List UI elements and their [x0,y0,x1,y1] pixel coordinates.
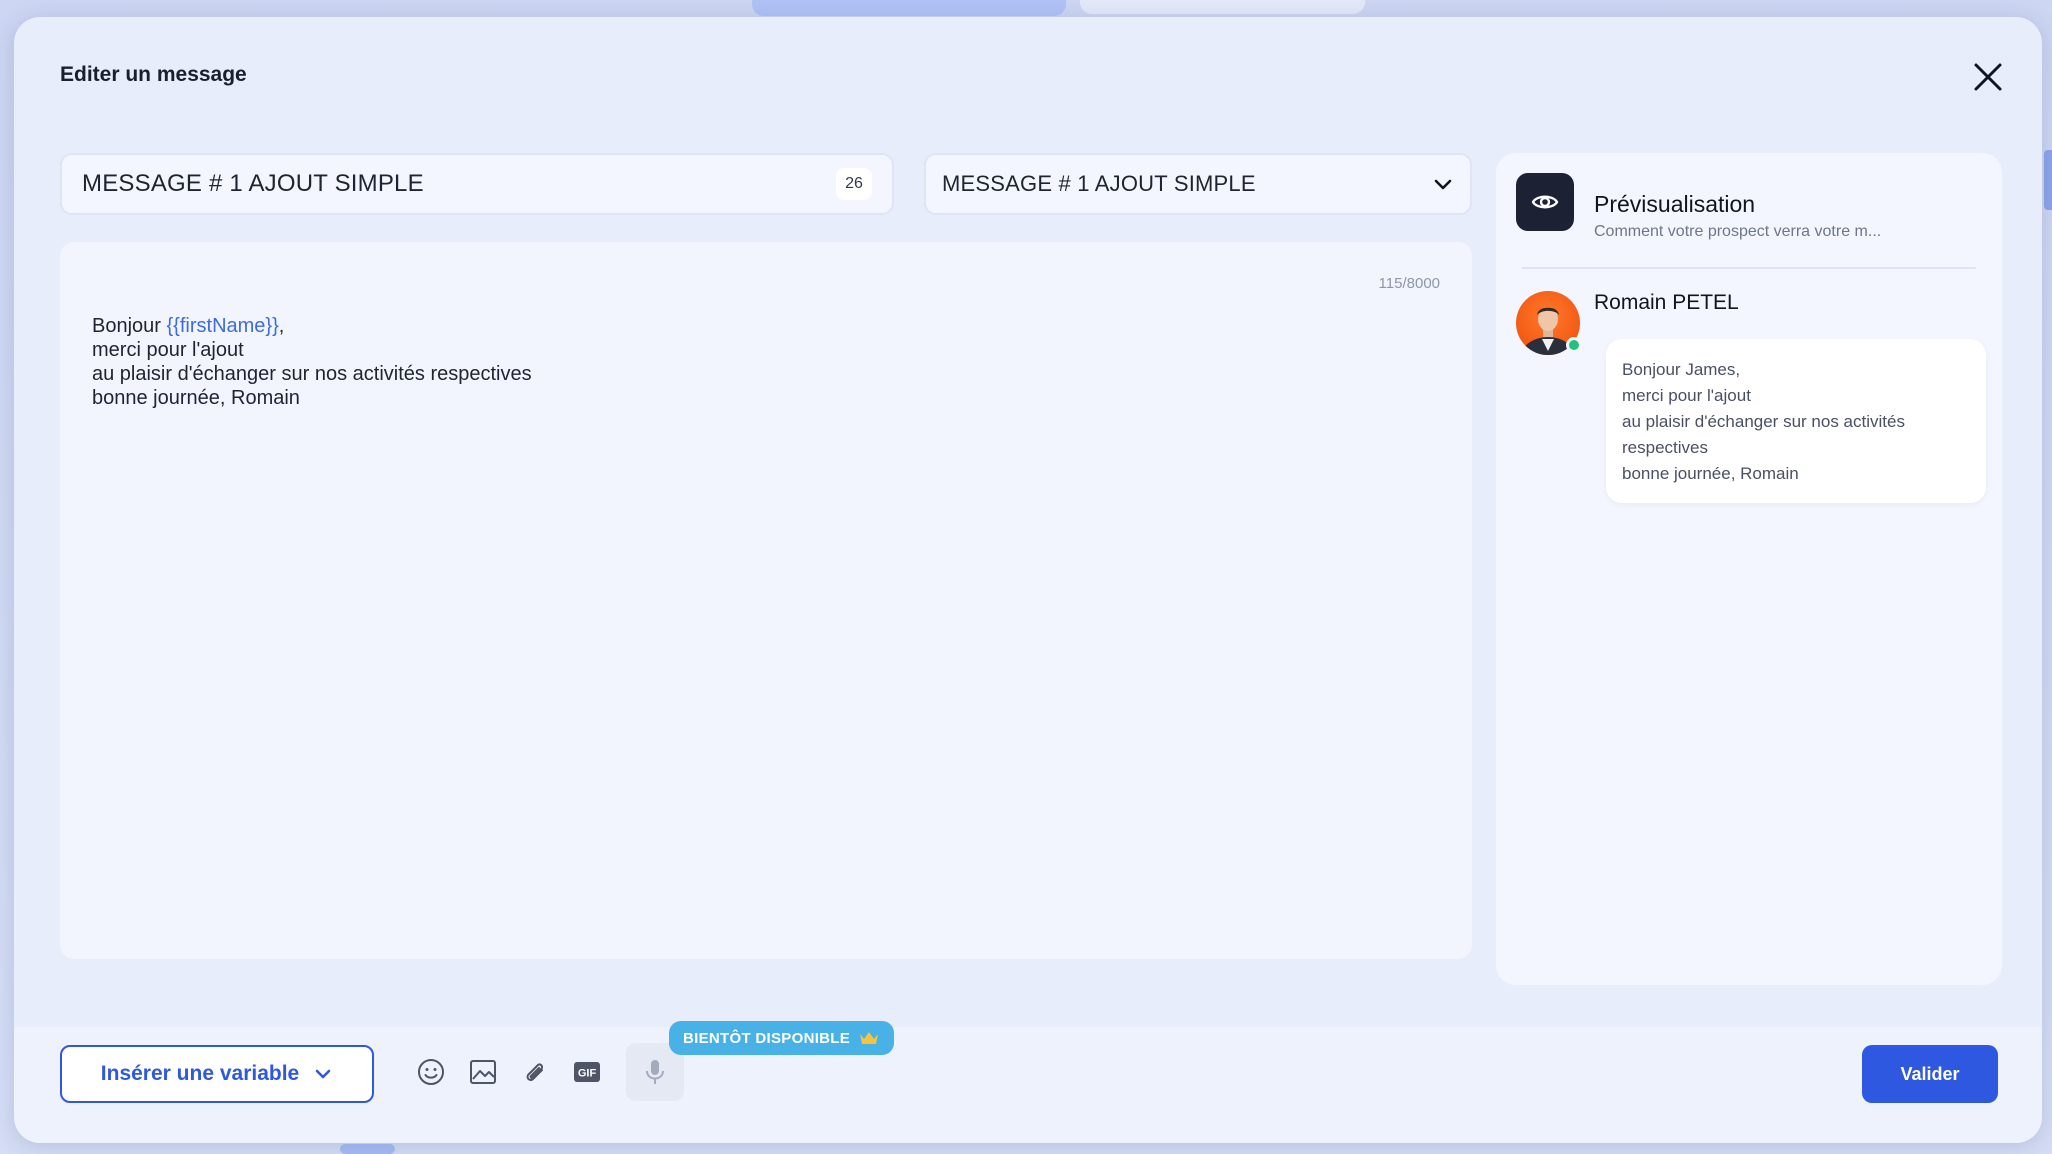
insert-variable-label: Insérer une variable [100,1062,300,1085]
editor-line-2: merci pour l'ajout [92,339,244,361]
editor-char-counter: 115/8000 [1378,275,1440,292]
preview-subtitle: Comment votre prospect verra votre m... [1594,223,1882,240]
attach-file-button[interactable] [518,1055,552,1089]
bubble-line: Bonjour James, [1622,360,1741,379]
editor-line-1: Bonjour {{firstName}}, [92,314,532,338]
char-count-badge: 26 [836,168,872,200]
insert-variable-button[interactable]: Insérer une variable [60,1045,374,1103]
close-icon [1974,63,2002,91]
bubble-line: au plaisir d'échanger sur nos activités [1622,412,1905,431]
bubble-line: merci pour l'ajout [1622,386,1751,405]
variable-token: {{firstName}} [166,315,279,337]
editor-line-4: bonne journée, Romain [92,387,300,409]
message-name-input[interactable]: MESSAGE # 1 AJOUT SIMPLE 26 [60,153,894,215]
chevron-down-icon [315,1069,331,1079]
microphone-icon [646,1060,664,1084]
sender-name: Romain PETEL [1594,291,1739,314]
message-name-value: MESSAGE # 1 AJOUT SIMPLE [82,170,424,197]
gif-icon: GIF [574,1062,600,1082]
gif-button[interactable]: GIF [570,1055,604,1089]
preview-icon-box [1516,173,1574,231]
modal-footer: Insérer une variable GIF BIENTÔT DISPONI… [14,1021,2042,1143]
editor-content[interactable]: Bonjour {{firstName}}, merci pour l'ajou… [92,314,532,410]
editor-line-1-suffix: , [278,315,285,337]
eye-icon [1531,195,1559,209]
background-element [340,1144,395,1154]
preview-panel: Prévisualisation Comment votre prospect … [1496,153,2002,985]
background-user-chip [1080,0,1365,14]
image-button[interactable] [466,1055,500,1089]
template-select-value: MESSAGE # 1 AJOUT SIMPLE [942,171,1256,196]
emoji-button[interactable] [414,1055,448,1089]
coming-soon-badge: BIENTÔT DISPONIBLE [669,1021,895,1055]
message-bubble: Bonjour James, merci pour l'ajout au pla… [1606,339,1986,503]
template-select[interactable]: MESSAGE # 1 AJOUT SIMPLE [924,153,1472,215]
bubble-line: respectives [1622,438,1708,457]
validate-button[interactable]: Valider [1862,1045,1998,1103]
crown-icon [860,1032,879,1044]
edit-message-modal: Editer un message MESSAGE # 1 AJOUT SIMP… [14,17,2042,1143]
close-button[interactable] [1968,57,2008,97]
online-status-dot [1566,337,1582,353]
emoji-icon [418,1059,444,1085]
svg-text:GIF: GIF [578,1068,597,1080]
paperclip-icon [526,1063,544,1081]
background-scrollbar [2044,150,2052,210]
bubble-line: bonne journée, Romain [1622,464,1799,483]
preview-title: Prévisualisation [1594,191,1756,217]
editor-line-3: au plaisir d'échanger sur nos activités … [92,363,532,385]
image-icon [470,1060,496,1084]
background-campaign-button [752,0,1066,16]
message-editor[interactable]: 115/8000 Bonjour {{firstName}}, merci po… [60,242,1472,959]
chevron-down-icon [1434,179,1452,190]
coming-soon-label: BIENTÔT DISPONIBLE [683,1029,851,1047]
modal-title: Editer un message [60,63,247,86]
preview-divider [1522,267,1976,269]
editor-line-1-prefix: Bonjour [92,315,167,337]
